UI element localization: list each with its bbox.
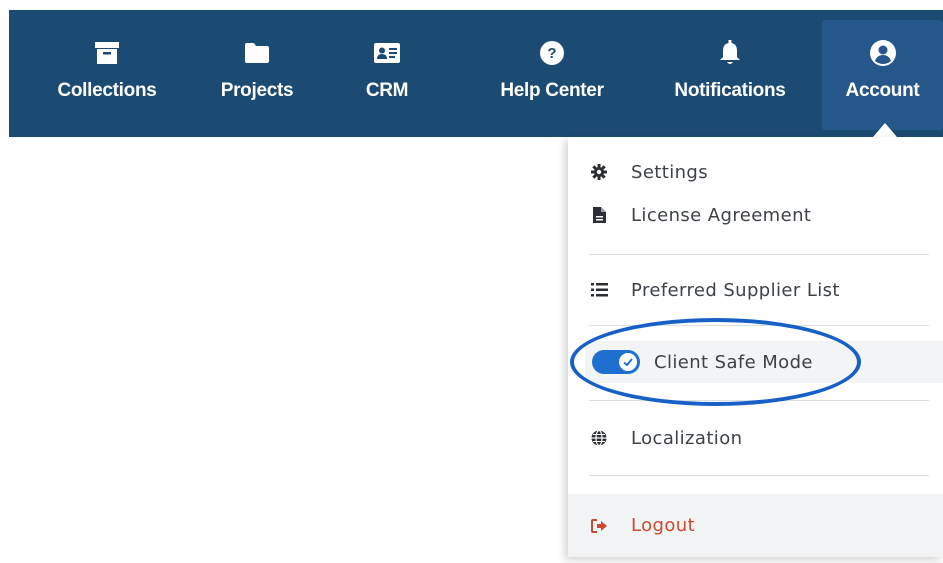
folder-icon — [245, 36, 269, 70]
menu-item-preferred-supplier-list[interactable]: Preferred Supplier List — [568, 270, 943, 310]
menu-divider — [589, 254, 929, 255]
archive-icon — [95, 36, 119, 70]
svg-text:?: ? — [547, 45, 556, 62]
menu-item-label: License Agreement — [631, 204, 812, 226]
menu-item-label: Logout — [631, 515, 696, 536]
menu-item-license-agreement[interactable]: License Agreement — [568, 195, 943, 235]
nav-label: Help Center — [500, 80, 604, 101]
menu-item-localization[interactable]: Localization — [568, 418, 943, 458]
nav-projects[interactable]: Projects — [208, 10, 306, 137]
nav-account[interactable]: Account — [822, 20, 943, 130]
menu-item-settings[interactable]: Settings — [568, 152, 943, 192]
nav-help-center[interactable]: ? Help Center — [482, 10, 622, 137]
menu-item-logout[interactable]: Logout — [568, 494, 943, 557]
list-icon — [590, 281, 608, 299]
menu-divider — [589, 400, 929, 401]
account-dropdown-menu: Settings License Agreement Preferred Sup… — [568, 137, 943, 557]
nav-notifications[interactable]: Notifications — [652, 10, 808, 137]
nav-label: Projects — [220, 80, 294, 101]
nav-label: Collections — [57, 80, 157, 101]
menu-divider — [589, 325, 929, 326]
globe-icon — [590, 429, 608, 447]
nav-crm[interactable]: CRM — [359, 10, 415, 137]
bell-icon — [719, 36, 741, 70]
question-circle-icon: ? — [540, 36, 564, 70]
menu-divider — [589, 475, 929, 476]
nav-label: CRM — [365, 80, 409, 101]
menu-item-label: Settings — [631, 161, 709, 183]
contact-card-icon — [374, 36, 400, 70]
menu-item-label: Localization — [631, 427, 743, 449]
check-icon — [619, 353, 637, 371]
menu-item-label: Client Safe Mode — [654, 351, 813, 373]
sign-out-icon — [590, 517, 608, 535]
client-safe-mode-toggle[interactable] — [592, 350, 640, 374]
menu-item-client-safe-mode[interactable]: Client Safe Mode — [585, 341, 943, 383]
user-circle-icon — [869, 36, 896, 70]
gear-icon — [590, 163, 608, 181]
menu-item-label: Preferred Supplier List — [631, 279, 840, 301]
dropdown-caret — [873, 123, 897, 137]
nav-label: Notifications — [674, 80, 786, 101]
top-navigation-bar: Collections Projects CRM ? Help Center N… — [9, 10, 943, 137]
nav-collections[interactable]: Collections — [43, 10, 171, 137]
document-icon — [590, 206, 608, 224]
nav-label: Account — [845, 80, 920, 101]
